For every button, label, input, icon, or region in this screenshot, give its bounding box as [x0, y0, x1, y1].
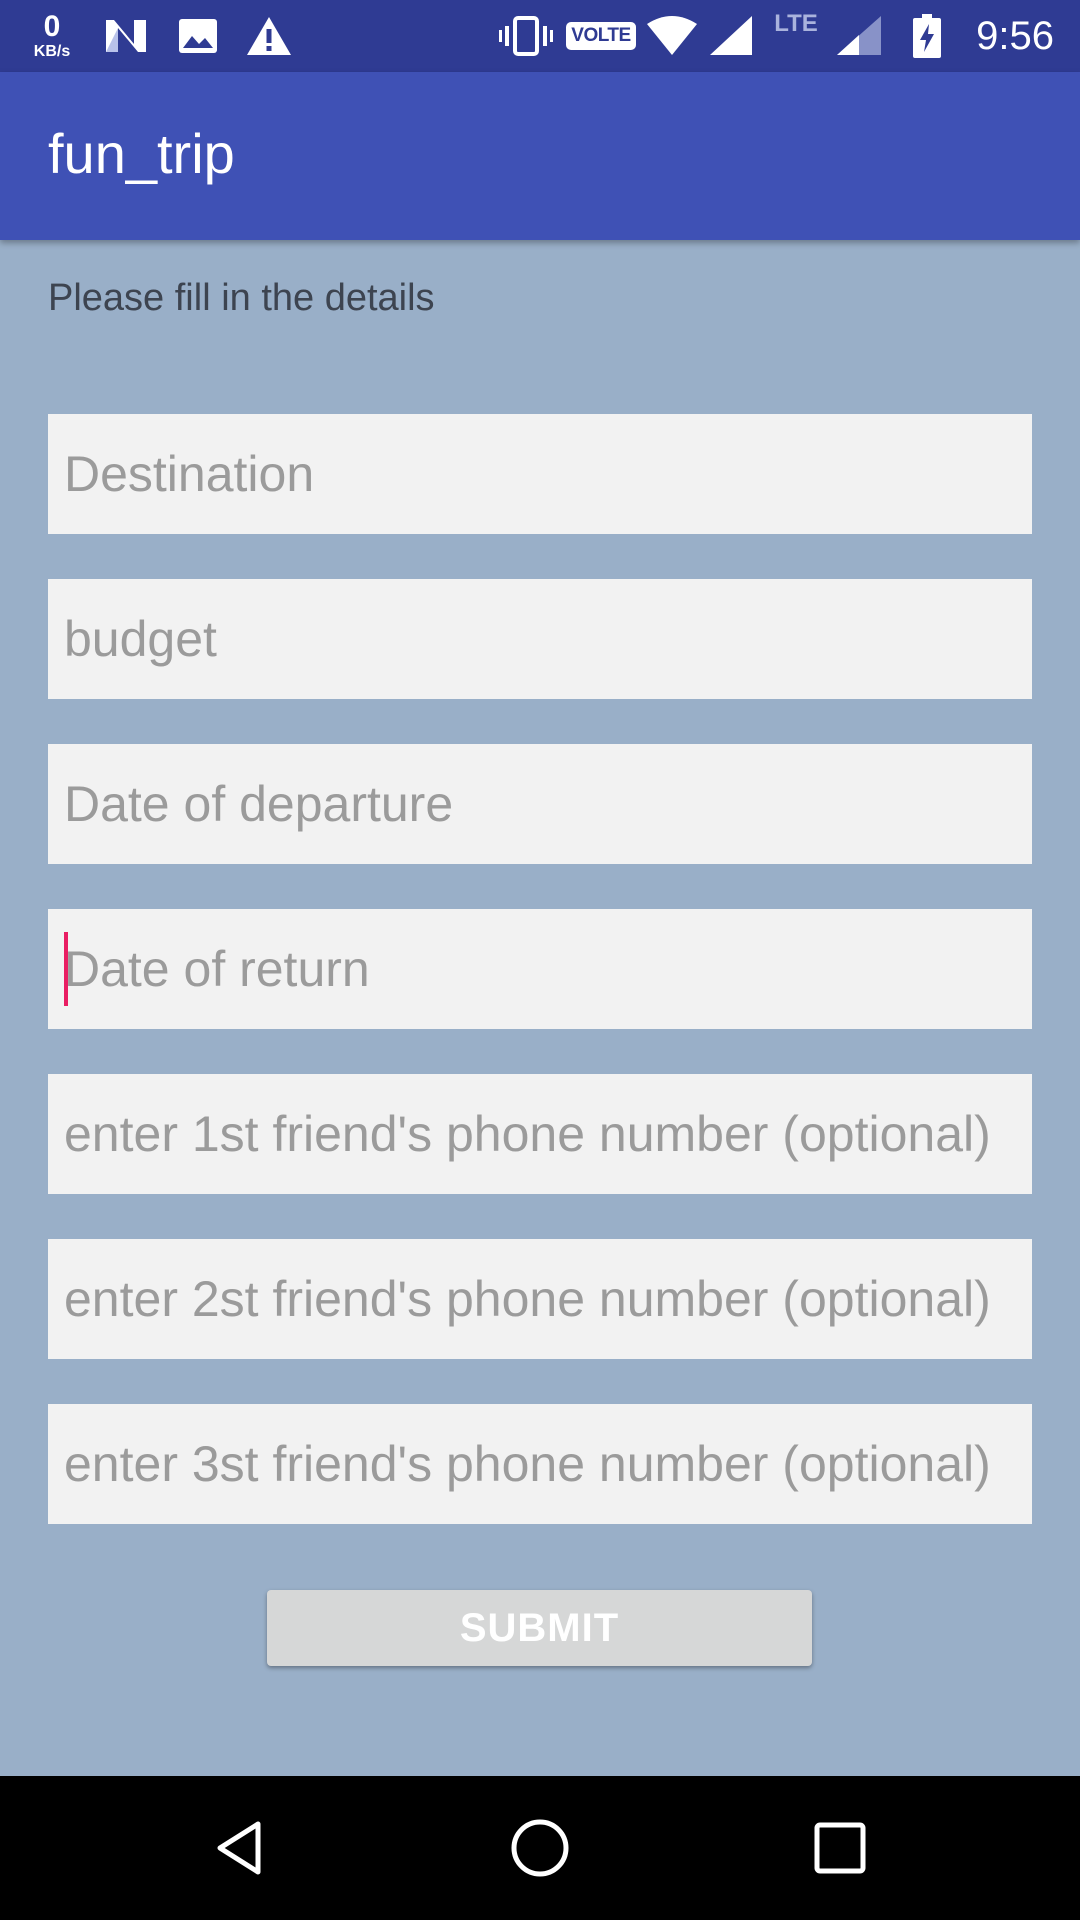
lte-label: LTE — [774, 10, 818, 37]
clock: 9:56 — [976, 13, 1054, 58]
friend2-phone-placeholder: enter 2st friend's phone number (optiona… — [64, 1271, 991, 1327]
image-icon — [176, 0, 220, 72]
wifi-icon — [646, 0, 698, 72]
lte-signal-icon — [836, 0, 882, 72]
friend2-phone-field[interactable]: enter 2st friend's phone number (optiona… — [48, 1239, 1032, 1359]
text-cursor — [64, 932, 68, 1006]
budget-field[interactable]: budget — [48, 579, 1032, 699]
return-date-field[interactable]: Date of return — [48, 909, 1032, 1029]
volte-label: VOLTE — [566, 22, 636, 50]
instructions-text: Please fill in the details — [48, 277, 435, 319]
network-speed-unit: KB/s — [33, 43, 71, 60]
app-bar: fun_trip — [0, 72, 1080, 240]
app-title: fun_trip — [48, 122, 235, 185]
volte-icon: VOLTE — [564, 0, 638, 72]
navigation-bar — [0, 1776, 1080, 1920]
signal-icon — [708, 0, 754, 72]
vibrate-icon — [498, 0, 554, 72]
friend1-phone-field[interactable]: enter 1st friend's phone number (optiona… — [48, 1074, 1032, 1194]
home-icon — [511, 1819, 569, 1877]
return-date-placeholder: Date of return — [64, 941, 370, 997]
destination-placeholder: Destination — [64, 446, 315, 502]
recents-button[interactable] — [790, 1798, 890, 1898]
n-icon — [102, 0, 150, 72]
home-button[interactable] — [490, 1798, 590, 1898]
friend1-phone-placeholder: enter 1st friend's phone number (optiona… — [64, 1106, 991, 1162]
friend3-phone-placeholder: enter 3st friend's phone number (optiona… — [64, 1436, 991, 1492]
back-button[interactable] — [190, 1798, 290, 1898]
destination-field[interactable]: Destination — [48, 414, 1032, 534]
recents-icon — [814, 1822, 866, 1874]
battery-charging-icon — [910, 0, 944, 72]
network-speed-value: 0 — [43, 10, 61, 43]
friend3-phone-field[interactable]: enter 3st friend's phone number (optiona… — [48, 1404, 1032, 1524]
departure-date-placeholder: Date of departure — [64, 776, 454, 832]
network-speed: 0 KB/s — [24, 0, 80, 72]
departure-date-field[interactable]: Date of departure — [48, 744, 1032, 864]
submit-button[interactable]: SUBMIT — [267, 1590, 812, 1666]
submit-label: SUBMIT — [459, 1605, 620, 1650]
status-bar: 0 KB/s VOLTE LTE 9:56 — [0, 0, 1080, 72]
budget-placeholder: budget — [64, 611, 217, 667]
back-icon — [217, 1821, 261, 1875]
warning-icon — [244, 0, 294, 72]
